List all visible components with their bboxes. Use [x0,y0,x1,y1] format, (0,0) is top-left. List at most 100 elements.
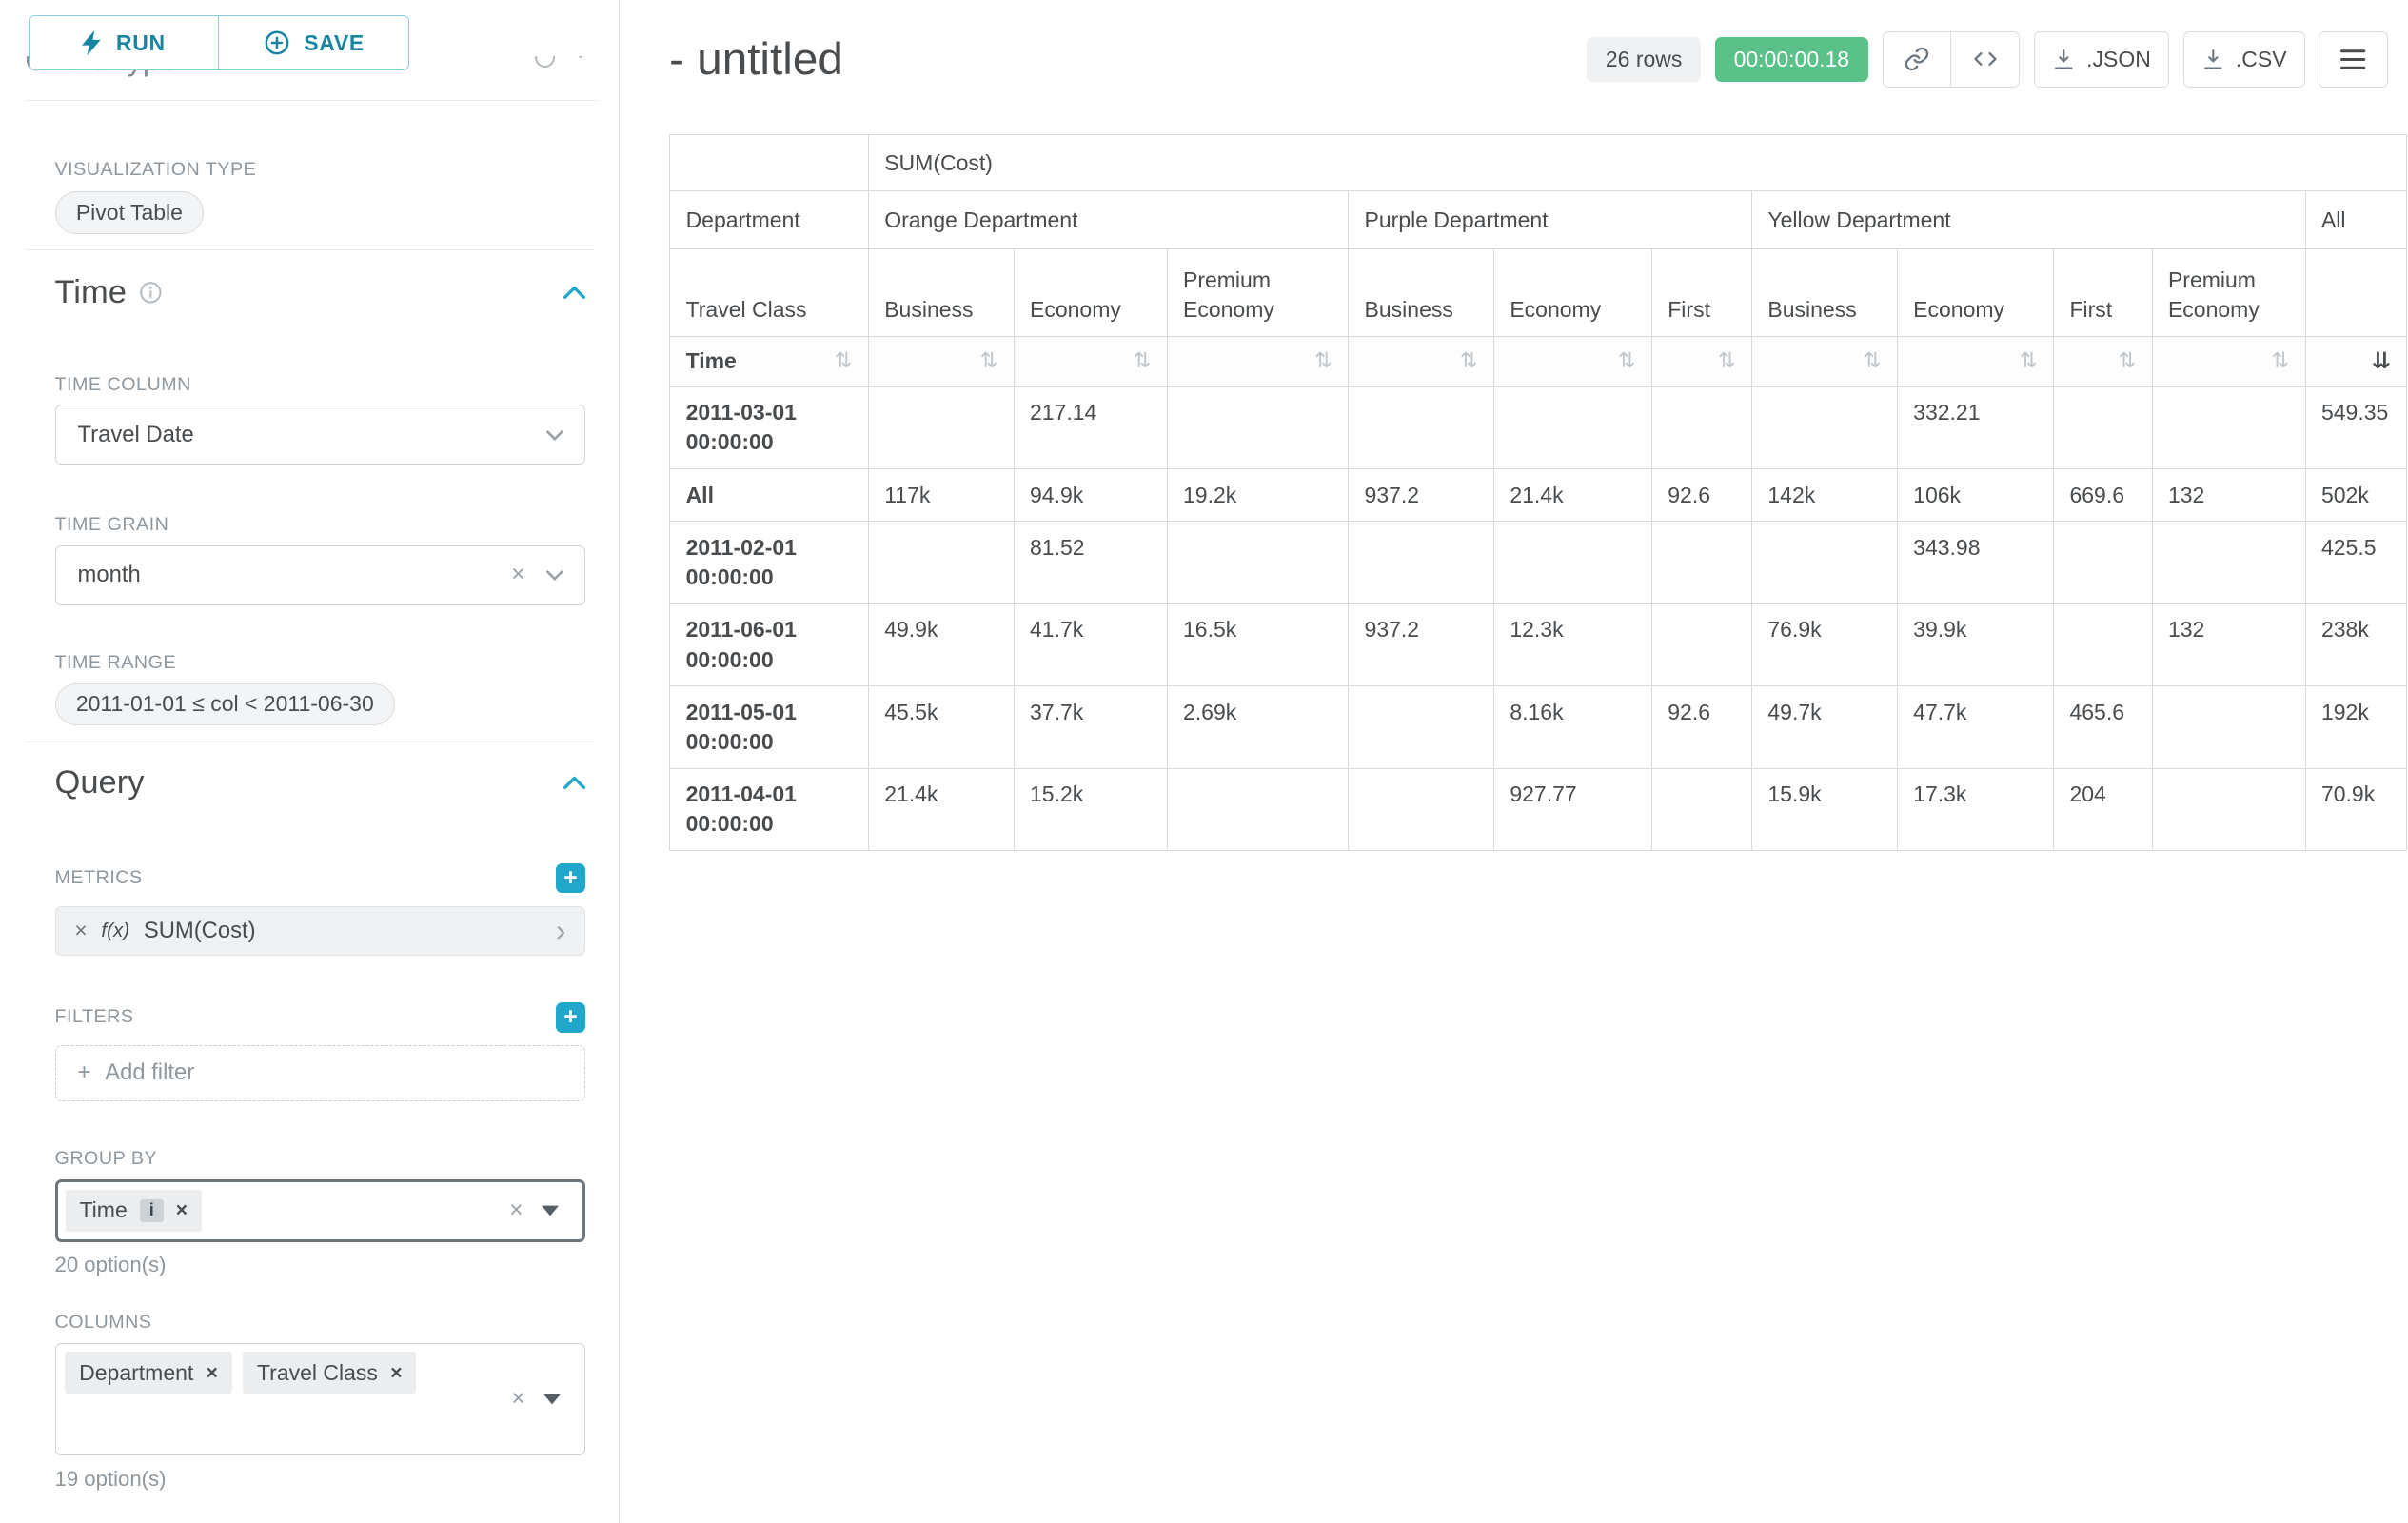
pivot-cell [2054,522,2153,603]
pill-label: Time [79,1197,127,1223]
add-filter-button[interactable]: + [556,1002,585,1032]
export-csv-button[interactable]: .CSV [2183,31,2305,88]
sort-icon[interactable]: ⇅ [980,346,998,376]
time-column-select[interactable]: Travel Date [55,405,586,464]
view-query-button[interactable] [1951,31,2020,88]
groupby-select[interactable]: Timei × × [55,1179,586,1242]
sort-cell[interactable]: ⇅ [868,337,1014,387]
sort-icon[interactable]: ⇅ [835,346,853,376]
sort-icon[interactable]: ⇅ [1618,346,1636,376]
time-range-pill[interactable]: 2011-01-01 ≤ col < 2011-06-30 [55,683,396,725]
travel-class-header [2305,249,2407,337]
pivot-cell: 21.4k [868,768,1014,850]
selected-option-pill[interactable]: Timei × [66,1190,202,1231]
pivot-cell [1349,768,1494,850]
sort-cell[interactable]: ⇅ [1493,337,1651,387]
sort-icon[interactable]: ⇅ [2020,346,2038,376]
sort-cell[interactable]: ⇅ [1349,337,1494,387]
pivot-cell: 343.98 [1897,522,2053,603]
pivot-cell: 669.6 [2054,469,2153,522]
table-row: All117k94.9k19.2k937.221.4k92.6142k106k6… [670,469,2407,522]
pill-label: Travel Class [257,1360,378,1386]
export-json-button[interactable]: .JSON [2034,31,2169,88]
selected-option-pill[interactable]: Department× [65,1352,231,1393]
time-grain-select[interactable]: month × [55,545,586,604]
travel-class-header: First [2054,249,2153,337]
sort-icon[interactable]: ⇅ [1460,346,1478,376]
pivot-cell [1493,522,1651,603]
link-icon [1904,46,1930,72]
row-count-badge: 26 rows [1587,37,1701,83]
download-icon [2201,48,2225,71]
pivot-cell: 21.4k [1493,469,1651,522]
clear-icon[interactable]: × [511,1386,524,1413]
viz-type-pill[interactable]: Pivot Table [55,191,205,233]
metric-pill[interactable]: × f(x) SUM(Cost) › [55,906,586,957]
groupby-label: GROUP BY [55,1148,586,1170]
row-dimension-cell[interactable]: Time ⇅ [670,337,869,387]
pivot-cell: 132 [2152,469,2305,522]
time-column-label: TIME COLUMN [55,374,586,396]
sort-cell[interactable]: ⇅ [1897,337,2053,387]
chevron-up-icon [563,776,585,790]
sort-icon[interactable]: ⇅ [1718,346,1736,376]
sort-icon[interactable]: ⇅ [1134,346,1152,376]
sort-icon[interactable]: ⇅ [2119,346,2137,376]
sort-cell[interactable]: ⇅ [1751,337,1897,387]
clear-icon[interactable]: × [509,1197,523,1224]
chevron-right-icon[interactable]: › [556,916,565,945]
sort-icon[interactable]: ⇅ [1314,346,1332,376]
remove-icon[interactable]: × [176,1198,188,1222]
row-label: 2011-02-01 00:00:00 [670,522,869,603]
remove-metric-icon[interactable]: × [74,918,87,943]
pivot-cell [1167,386,1349,468]
corner-cell [670,135,869,191]
sort-cell[interactable]: ⇅ [1014,337,1167,387]
caret-down-icon [542,1205,559,1216]
add-metric-button[interactable]: + [556,863,585,893]
menu-button[interactable] [2319,31,2387,88]
run-button[interactable]: RUN [29,15,219,70]
sort-cell[interactable]: ⇅ [2054,337,2153,387]
travel-class-header: First [1651,249,1751,337]
remove-icon[interactable]: × [206,1361,217,1385]
sort-cell[interactable]: ⇊ [2305,337,2407,387]
sort-cell[interactable]: ⇅ [1167,337,1349,387]
chart-title[interactable]: - untitled [669,33,843,86]
sort-cell[interactable]: ⇅ [1651,337,1751,387]
lightning-icon [82,30,102,55]
selected-option-pill[interactable]: Travel Class × [243,1352,416,1393]
pivot-cell: 39.9k [1897,603,2053,685]
sort-icon[interactable]: ⇅ [2272,346,2290,376]
pivot-cell [2152,768,2305,850]
sort-icon[interactable]: ⇅ [1864,346,1882,376]
copy-link-button[interactable] [1883,31,1951,88]
collapse-section-icon[interactable] [563,776,585,790]
sort-desc-icon[interactable]: ⇊ [2372,346,2391,376]
save-button[interactable]: SAVE [219,15,409,70]
viz-type-label: VISUALIZATION TYPE [55,159,586,181]
columns-select[interactable]: Department× Travel Class × × [55,1343,586,1455]
clear-icon[interactable]: × [511,562,524,588]
pivot-cell: 937.2 [1349,469,1494,522]
info-icon: i [140,1199,164,1223]
pivot-cell: 92.6 [1651,686,1751,768]
control-panel: RUN SAVE Chart Type VISUALIZATION TYPE P… [0,0,620,1523]
travel-class-header: Economy [1493,249,1651,337]
travel-class-header-row: Travel Class BusinessEconomyPremium Econ… [670,249,2407,337]
collapse-section-icon[interactable] [563,286,585,300]
sort-cell[interactable]: ⇅ [2152,337,2305,387]
query-section-header[interactable]: Query [55,764,586,801]
plus-circle-icon [264,30,290,56]
add-filter-dropzone[interactable]: + Add filter [55,1045,586,1101]
pivot-cell: 8.16k [1493,686,1651,768]
travel-class-header: Business [868,249,1014,337]
department-group-header: Purple Department [1349,191,1752,249]
pivot-cell [2152,386,2305,468]
remove-icon[interactable]: × [390,1361,402,1385]
table-row: 2011-04-01 00:00:0021.4k15.2k927.7715.9k… [670,768,2407,850]
pivot-cell: 425.5 [2305,522,2407,603]
pivot-cell: 81.52 [1014,522,1167,603]
department-header-row: Department Orange DepartmentPurple Depar… [670,191,2407,249]
time-section-header[interactable]: Time [55,274,586,311]
